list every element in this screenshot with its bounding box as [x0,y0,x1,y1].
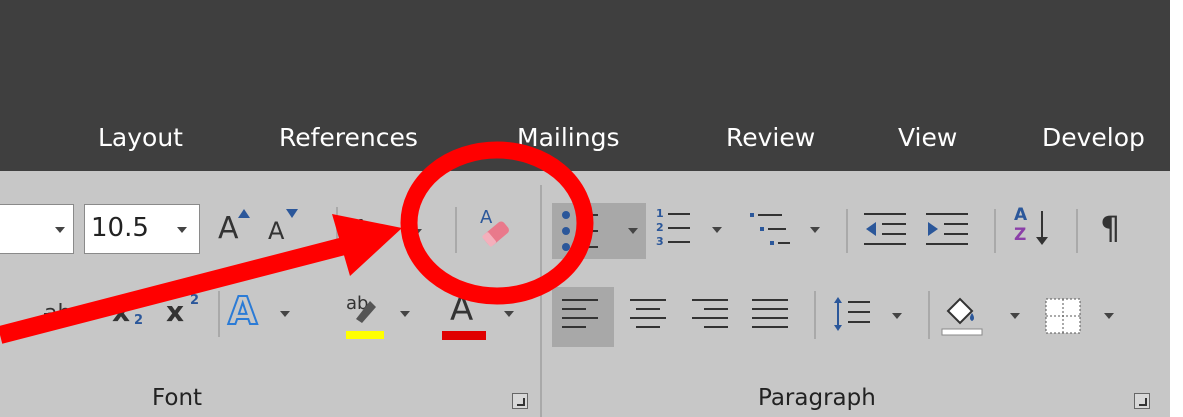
text-effects-glyph: A [227,288,258,334]
decrease-indent-icon [864,213,906,245]
tab-layout[interactable]: Layout [98,105,183,171]
align-center-icon [630,299,666,328]
paint-bucket-icon [941,297,983,336]
line-spacing-button[interactable] [826,289,912,345]
justify-icon [752,299,788,328]
multilevel-list-icon [750,213,790,245]
numbering-button[interactable]: 1 2 3 [654,205,734,257]
ribbon-tab-bar: Layout References Mailings Review View D… [0,105,1170,171]
highlight-dropdown-icon[interactable] [400,311,410,317]
font-color-dropdown-icon[interactable] [504,311,514,317]
font-dialog-launcher-icon[interactable] [512,393,528,409]
superscript-button[interactable]: x 2 [164,293,204,333]
font-color-bar [442,331,486,340]
tab-review[interactable]: Review [726,105,815,171]
numbering-dropdown-icon[interactable] [712,227,722,233]
align-left-button[interactable] [552,287,614,347]
separator [846,209,848,253]
change-case-button[interactable]: Aa [350,211,430,255]
font-group-label: Font [152,385,203,411]
bullets-dropdown-icon[interactable] [628,228,638,234]
subscript-glyph: x [112,295,131,328]
clear-formatting-button[interactable]: A [466,205,522,257]
numbering-digit: 2 [656,221,664,234]
bullets-icon [562,211,598,251]
grow-font-glyph: A [218,211,239,246]
bullets-button[interactable] [552,203,646,259]
line-spacing-dropdown-icon[interactable] [892,313,902,319]
tab-view[interactable]: View [898,105,957,171]
grow-font-icon [238,209,250,218]
change-case-dropdown-icon[interactable] [412,229,422,235]
sort-glyph-top: A [1014,205,1028,225]
shading-dropdown-icon[interactable] [1010,313,1020,319]
borders-icon [1045,298,1081,334]
tab-developer[interactable]: Develop [1042,105,1145,171]
shrink-font-button[interactable]: A [262,209,302,255]
shading-button[interactable] [938,289,1028,345]
align-right-button[interactable] [684,287,740,347]
separator [814,291,816,339]
superscript-glyph: x [166,295,185,328]
highlight-button[interactable]: ab [340,289,420,345]
numbering-digit: 3 [656,235,664,248]
change-case-glyph: Aa [352,215,386,245]
strikethrough-button[interactable]: abc [44,301,84,326]
separator [455,207,457,253]
subscript-index: 2 [134,313,144,328]
grow-font-button[interactable]: A [212,207,252,253]
numbering-digit: 1 [656,207,664,220]
decrease-indent-button[interactable] [862,207,912,255]
sort-arrow-icon [1036,211,1048,245]
font-size-value: 10.5 [91,213,149,243]
marker-icon [356,301,376,323]
font-color-button[interactable]: A [440,289,520,345]
align-right-icon [692,299,728,328]
shrink-font-icon [286,209,298,218]
word-window: Layout References Mailings Review View D… [0,0,1170,417]
align-center-button[interactable] [622,287,678,347]
eraser-icon [482,221,509,247]
font-size-combo[interactable]: 10.5 [84,204,200,254]
sort-button[interactable]: A Z [1010,205,1060,257]
separator [994,209,996,253]
line-spacing-icon [834,297,870,331]
multilevel-list-button[interactable] [744,205,830,257]
highlight-color-bar [346,331,384,339]
shrink-font-glyph: A [268,217,285,245]
ribbon-home: 10.5 A A Aa A abc x 2 x 2 A ab A Font 1 … [0,171,1170,417]
font-name-dropdown-icon[interactable] [55,227,65,233]
separator [336,207,338,253]
separator [218,291,220,337]
text-effects-dropdown-icon[interactable] [280,311,290,317]
increase-indent-button[interactable] [924,207,974,255]
tab-references[interactable]: References [279,105,418,171]
show-formatting-marks-button[interactable]: ¶ [1100,209,1120,247]
separator [928,291,930,339]
align-left-icon [562,299,598,328]
title-bar [0,0,1170,105]
group-separator [540,185,542,417]
justify-button[interactable] [744,287,800,347]
borders-button[interactable] [1040,289,1130,345]
superscript-index: 2 [190,293,200,308]
tab-mailings[interactable]: Mailings [517,105,619,171]
font-size-dropdown-icon[interactable] [177,227,187,233]
subscript-button[interactable]: x 2 [110,293,150,333]
separator [1076,209,1078,253]
font-color-glyph: A [450,289,474,329]
paragraph-group-label: Paragraph [758,385,876,411]
font-name-combo[interactable] [0,204,74,254]
borders-dropdown-icon[interactable] [1104,313,1114,319]
text-effects-button[interactable]: A [227,288,308,339]
sort-glyph-bottom: Z [1014,225,1027,245]
numbering-icon [668,213,690,243]
paragraph-dialog-launcher-icon[interactable] [1134,393,1150,409]
increase-indent-icon [926,213,968,245]
multilevel-list-dropdown-icon[interactable] [810,227,820,233]
